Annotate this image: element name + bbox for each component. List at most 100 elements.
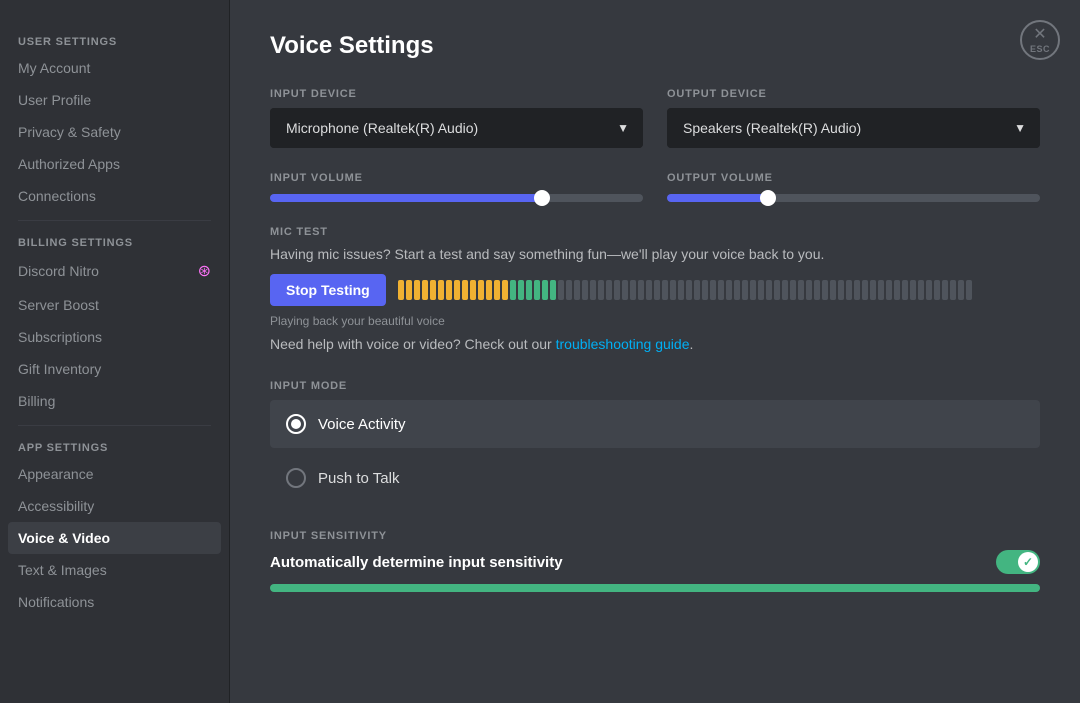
sidebar-item-discord-nitro[interactable]: Discord Nitro ⊛ [8, 253, 221, 289]
input-device-group: INPUT DEVICE Microphone (Realtek(R) Audi… [270, 88, 643, 148]
sidebar-item-subscriptions[interactable]: Subscriptions [8, 321, 221, 353]
radio-inner-dot [291, 419, 301, 429]
sidebar-divider-2 [18, 425, 211, 426]
mic-bar [774, 280, 780, 300]
sidebar-item-label: Privacy & Safety [18, 124, 121, 140]
sidebar-item-gift-inventory[interactable]: Gift Inventory [8, 353, 221, 385]
mic-bar [934, 280, 940, 300]
esc-label: ESC [1030, 44, 1050, 54]
sidebar-item-privacy-safety[interactable]: Privacy & Safety [8, 116, 221, 148]
auto-sensitivity-toggle[interactable]: ✓ [996, 550, 1040, 574]
mic-bar [734, 280, 740, 300]
input-mode-section: INPUT MODE Voice Activity Push to Talk [270, 380, 1040, 502]
mic-bar [686, 280, 692, 300]
page-title: Voice Settings [270, 32, 1040, 60]
mic-bar [654, 280, 660, 300]
sidebar-item-label: Text & Images [18, 562, 107, 578]
mic-bar [918, 280, 924, 300]
sidebar-item-label: Gift Inventory [18, 361, 101, 377]
mic-meter [398, 278, 1040, 302]
sidebar-item-label: Connections [18, 188, 96, 204]
input-device-select-wrapper[interactable]: Microphone (Realtek(R) Audio) [270, 108, 643, 148]
troubleshoot-link[interactable]: troubleshooting guide [556, 336, 690, 352]
mic-bar [582, 280, 588, 300]
mic-bar [926, 280, 932, 300]
mic-bar [854, 280, 860, 300]
output-device-select-wrapper[interactable]: Speakers (Realtek(R) Audio) [667, 108, 1040, 148]
mic-bar [814, 280, 820, 300]
sidebar-item-voice-video[interactable]: Voice & Video [8, 522, 221, 554]
output-volume-slider[interactable] [667, 194, 1040, 202]
mic-bar [694, 280, 700, 300]
push-to-talk-option[interactable]: Push to Talk [270, 454, 1040, 502]
mic-bar [670, 280, 676, 300]
mic-bar [406, 280, 412, 300]
sidebar-item-label: Subscriptions [18, 329, 102, 345]
mic-bar [478, 280, 484, 300]
input-device-select[interactable]: Microphone (Realtek(R) Audio) [270, 108, 643, 148]
mic-bar [782, 280, 788, 300]
mic-bar [526, 280, 532, 300]
stop-testing-button[interactable]: Stop Testing [270, 274, 386, 306]
mic-bar [422, 280, 428, 300]
sidebar-item-billing[interactable]: Billing [8, 385, 221, 417]
voice-activity-option[interactable]: Voice Activity [270, 400, 1040, 448]
sensitivity-bar [270, 584, 1040, 592]
troubleshoot-suffix: . [690, 336, 694, 352]
sidebar-item-server-boost[interactable]: Server Boost [8, 289, 221, 321]
mic-bar [438, 280, 444, 300]
mic-bar [662, 280, 668, 300]
mic-test-row: Stop Testing [270, 274, 1040, 306]
mic-bar [462, 280, 468, 300]
output-device-select[interactable]: Speakers (Realtek(R) Audio) [667, 108, 1040, 148]
mic-bar [870, 280, 876, 300]
sidebar-item-label: Discord Nitro [18, 263, 99, 279]
sidebar-item-user-profile[interactable]: User Profile [8, 84, 221, 116]
input-sensitivity-section: INPUT SENSITIVITY Automatically determin… [270, 530, 1040, 592]
input-volume-group: INPUT VOLUME [270, 172, 643, 202]
sidebar-item-notifications[interactable]: Notifications [8, 586, 221, 618]
mic-bar [878, 280, 884, 300]
push-to-talk-radio[interactable] [286, 468, 306, 488]
sidebar-item-label: Accessibility [18, 498, 94, 514]
sidebar-item-connections[interactable]: Connections [8, 180, 221, 212]
sidebar-item-accessibility[interactable]: Accessibility [8, 490, 221, 522]
mic-bar [718, 280, 724, 300]
mic-bar [486, 280, 492, 300]
input-volume-slider[interactable] [270, 194, 643, 202]
mic-bar [606, 280, 612, 300]
mic-bar [454, 280, 460, 300]
mic-test-section: MIC TEST Having mic issues? Start a test… [270, 226, 1040, 352]
voice-activity-radio[interactable] [286, 414, 306, 434]
mic-bar [550, 280, 556, 300]
auto-sensitivity-label: Automatically determine input sensitivit… [270, 554, 563, 571]
sidebar-item-label: Notifications [18, 594, 94, 610]
troubleshoot-text: Need help with voice or video? Check out… [270, 336, 1040, 352]
mic-bar [534, 280, 540, 300]
toggle-knob: ✓ [1018, 552, 1038, 572]
input-sensitivity-label: INPUT SENSITIVITY [270, 530, 1040, 542]
mic-bar [838, 280, 844, 300]
user-settings-label: User Settings [8, 28, 221, 52]
app-settings-label: App Settings [8, 434, 221, 458]
sidebar-item-authorized-apps[interactable]: Authorized Apps [8, 148, 221, 180]
mic-bar [598, 280, 604, 300]
mic-bar [830, 280, 836, 300]
sidebar-item-text-images[interactable]: Text & Images [8, 554, 221, 586]
mic-bar [950, 280, 956, 300]
mic-bar [846, 280, 852, 300]
sidebar-item-appearance[interactable]: Appearance [8, 458, 221, 490]
mic-bar [798, 280, 804, 300]
sidebar-item-my-account[interactable]: My Account [8, 52, 221, 84]
sidebar-item-label: Voice & Video [18, 530, 110, 546]
output-volume-group: OUTPUT VOLUME [667, 172, 1040, 202]
input-volume-label: INPUT VOLUME [270, 172, 643, 184]
mic-test-label: MIC TEST [270, 226, 1040, 238]
mic-bar [790, 280, 796, 300]
output-volume-thumb[interactable] [760, 190, 776, 206]
sidebar-item-label: User Profile [18, 92, 91, 108]
volume-row: INPUT VOLUME OUTPUT VOLUME [270, 172, 1040, 202]
nitro-badge-icon: ⊛ [198, 261, 211, 281]
input-volume-thumb[interactable] [534, 190, 550, 206]
close-button[interactable]: ✕ ESC [1020, 20, 1060, 60]
